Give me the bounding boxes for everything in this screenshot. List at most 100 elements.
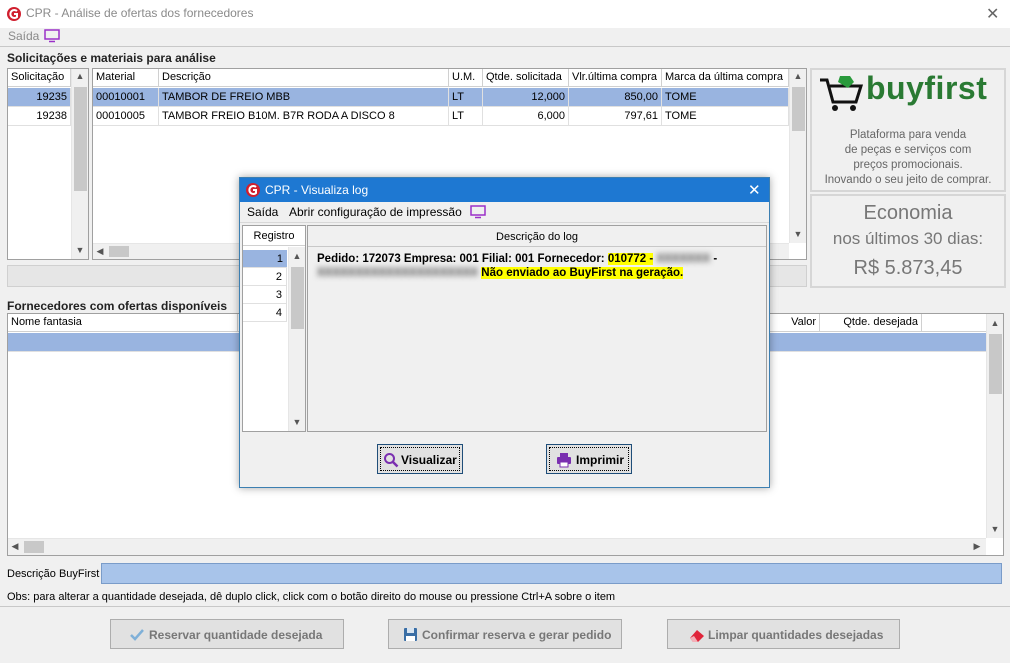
scroll-left-icon[interactable]: ◀ — [10, 541, 20, 552]
scroll-down-icon[interactable]: ▼ — [987, 524, 1003, 534]
material-qty[interactable]: 12,000 — [483, 88, 569, 107]
log-text: Pedido: 172073 Empresa: 001 Filial: 001 … — [317, 252, 757, 280]
tagline-line: preços promocionais. — [853, 159, 963, 171]
record-item[interactable]: 1 — [243, 250, 287, 268]
material-description[interactable]: TAMBOR DE FREIO MBB — [159, 88, 449, 107]
material-code[interactable]: 00010001 — [93, 88, 159, 107]
tagline-line: Plataforma para venda — [849, 129, 967, 141]
scroll-down-icon[interactable]: ▼ — [72, 245, 88, 255]
scroll-thumb[interactable] — [109, 246, 129, 257]
dialog-menu-exit[interactable]: Saída — [247, 205, 278, 219]
requests-header[interactable]: Solicitação — [8, 69, 71, 87]
suppliers-vscrollbar[interactable]: ▲ ▼ — [986, 314, 1003, 538]
print-button[interactable]: Imprimir — [546, 444, 632, 474]
requests-grid[interactable]: Solicitação 19235 19238 ▲ ▼ — [7, 68, 89, 260]
description-header[interactable]: Descrição — [159, 69, 449, 87]
last-brand-header[interactable]: Marca da última compra — [662, 69, 789, 87]
log-header: Descrição do log — [308, 226, 766, 247]
material-qty[interactable]: 6,000 — [483, 107, 569, 126]
request-id[interactable]: 19238 — [8, 107, 71, 126]
table-row[interactable]: 19238 — [8, 107, 71, 126]
materials-vscrollbar[interactable]: ▲ ▼ — [789, 69, 806, 243]
log-dash: - — [713, 253, 718, 265]
log-status: Não enviado ao BuyFirst na geração. — [481, 267, 684, 279]
scroll-thumb[interactable] — [24, 541, 44, 553]
reserve-label: Reservar quantidade desejada — [149, 628, 323, 642]
record-header[interactable]: Registro — [243, 226, 305, 246]
scroll-up-icon[interactable]: ▲ — [987, 318, 1003, 328]
material-last-price[interactable]: 797,61 — [569, 107, 662, 126]
material-last-price[interactable]: 850,00 — [569, 88, 662, 107]
scroll-thumb[interactable] — [74, 87, 87, 191]
confirm-button[interactable]: Confirmar reserva e gerar pedido — [388, 619, 622, 649]
request-id[interactable]: 19235 — [8, 88, 71, 107]
table-row[interactable]: 19235 — [8, 88, 71, 107]
value-header[interactable]: Valor — [768, 314, 820, 332]
menu-exit[interactable]: Saída — [8, 29, 39, 43]
app-logo-icon — [7, 7, 21, 21]
monitor-icon[interactable] — [470, 205, 486, 219]
records-list[interactable]: Registro 1 2 3 4 ▲ ▼ — [242, 225, 306, 432]
record-item[interactable]: 3 — [243, 286, 287, 304]
qty-requested-header[interactable]: Qtde. solicitada — [483, 69, 569, 87]
material-unit[interactable]: LT — [449, 107, 483, 126]
check-icon — [130, 629, 144, 641]
save-icon — [404, 628, 417, 641]
scroll-thumb[interactable] — [792, 87, 805, 131]
qty-header[interactable]: Qtde. desejada — [820, 314, 922, 332]
divider — [0, 46, 1010, 47]
table-row[interactable]: 00010001 TAMBOR DE FREIO MBB LT 12,000 8… — [93, 88, 789, 107]
scroll-down-icon[interactable]: ▼ — [790, 229, 806, 239]
cart-icon — [820, 76, 864, 111]
name-header[interactable]: Nome fantasia — [8, 314, 238, 332]
material-header[interactable]: Material — [93, 69, 159, 87]
tagline-line: Inovando o seu jeito de comprar. — [824, 174, 992, 186]
requests-scrollbar[interactable]: ▲ ▼ — [71, 69, 88, 259]
close-icon[interactable]: ✕ — [986, 4, 999, 24]
scroll-left-icon[interactable]: ◀ — [95, 246, 105, 257]
scroll-down-icon[interactable]: ▼ — [289, 417, 305, 427]
divider — [240, 222, 769, 223]
scroll-thumb[interactable] — [291, 267, 304, 329]
scroll-up-icon[interactable]: ▲ — [72, 71, 88, 81]
log-line1: Pedido: 172073 Empresa: 001 Filial: 001 … — [317, 253, 608, 265]
scroll-thumb[interactable] — [989, 334, 1002, 394]
clear-button[interactable]: Limpar quantidades desejadas — [667, 619, 900, 649]
supplier-name-redacted: XXXXXXX — [656, 253, 711, 265]
dialog-titlebar: CPR - Visualiza log ✕ — [240, 178, 769, 202]
window-titlebar: CPR - Análise de ofertas dos fornecedore… — [0, 0, 1010, 28]
obs-text: Obs: para alterar a quantidade desejada,… — [7, 591, 616, 603]
records-scrollbar[interactable]: ▲ ▼ — [288, 247, 305, 431]
suppliers-hscrollbar[interactable]: ◀ ▶ — [8, 538, 986, 555]
buyfirst-logo-text: buyfirst — [866, 70, 988, 106]
savings-title: Economia — [863, 202, 953, 224]
material-brand[interactable]: TOME — [662, 107, 789, 126]
record-item[interactable]: 2 — [243, 268, 287, 286]
description-input[interactable] — [101, 563, 1002, 584]
material-description[interactable]: TAMBOR FREIO B10M. B7R RODA A DISCO 8 — [159, 107, 449, 126]
clear-label: Limpar quantidades desejadas — [708, 628, 884, 642]
eraser-icon — [690, 630, 704, 642]
last-price-header[interactable]: Vlr.última compra — [569, 69, 662, 87]
view-button[interactable]: Visualizar — [377, 444, 463, 474]
scroll-up-icon[interactable]: ▲ — [289, 251, 305, 261]
divider — [0, 606, 1010, 607]
supplier-code: 010772 - — [607, 253, 654, 265]
confirm-label: Confirmar reserva e gerar pedido — [422, 628, 612, 642]
unit-header[interactable]: U.M. — [449, 69, 483, 87]
tagline-line: de peças e serviços com — [844, 144, 972, 156]
reserve-button[interactable]: Reservar quantidade desejada — [110, 619, 344, 649]
record-item[interactable]: 4 — [243, 304, 287, 322]
log-dialog: CPR - Visualiza log ✕ Saída Abrir config… — [239, 177, 770, 488]
monitor-icon[interactable] — [44, 29, 60, 43]
scroll-up-icon[interactable]: ▲ — [790, 71, 806, 81]
material-brand[interactable]: TOME — [662, 88, 789, 107]
material-unit[interactable]: LT — [449, 88, 483, 107]
scroll-right-icon[interactable]: ▶ — [972, 541, 982, 552]
dialog-close-icon[interactable]: ✕ — [748, 181, 761, 199]
table-row[interactable]: 00010005 TAMBOR FREIO B10M. B7R RODA A D… — [93, 107, 789, 126]
requests-section-title: Solicitações e materiais para análise — [7, 51, 216, 65]
window-title: CPR - Análise de ofertas dos fornecedore… — [26, 6, 254, 20]
dialog-menu-print-config[interactable]: Abrir configuração de impressão — [289, 205, 462, 219]
material-code[interactable]: 00010005 — [93, 107, 159, 126]
